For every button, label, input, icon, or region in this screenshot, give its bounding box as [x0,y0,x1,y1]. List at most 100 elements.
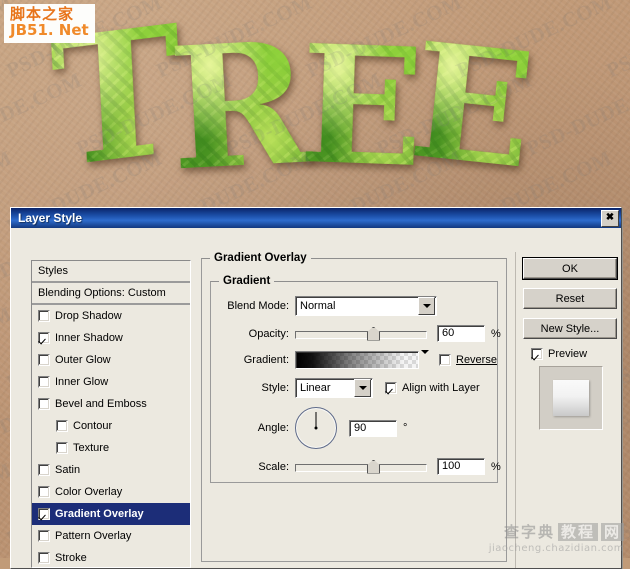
gradient-row: Gradient: Reverse [219,350,497,369]
effect-label: Color Overlay [55,486,123,498]
layer-style-dialog: Layer Style ✖ Styles Blending Options: C… [10,207,622,569]
dialog-button-column: OK Reset New Style... Preview [523,258,617,430]
effect-label: Texture [73,442,110,454]
blending-options-label: Blending Options: Custom [38,287,166,299]
align-with-layer-checkbox-box[interactable] [385,382,397,394]
style-chevron-down-icon[interactable] [354,379,371,397]
gradient-swatch[interactable] [295,351,419,369]
tree-text-artwork: T R E E [47,1,612,209]
scale-slider-track [295,463,427,472]
effect-checkbox[interactable] [38,332,50,344]
angle-dial-hub [314,426,318,430]
effect-checkbox[interactable] [38,464,50,476]
effect-checkbox[interactable] [56,442,68,454]
sidebar-item-satin[interactable]: Satin [32,459,190,481]
effect-label: Gradient Overlay [55,508,144,520]
new-style-button[interactable]: New Style... [523,318,617,339]
effect-checkbox[interactable] [38,508,50,520]
gradient-group-title: Gradient [219,275,275,287]
effect-checkbox[interactable] [38,376,50,388]
reverse-checkbox[interactable]: Reverse [439,354,497,366]
sidebar-item-blending-options[interactable]: Blending Options: Custom [32,283,190,305]
effect-label: Drop Shadow [55,310,122,322]
scale-slider-thumb[interactable] [367,459,380,474]
sidebar-item-stroke[interactable]: Stroke [32,547,190,569]
effect-checkbox[interactable] [38,398,50,410]
dialog-body: Styles Blending Options: Custom Drop Sha… [11,228,621,568]
align-with-layer-label: Align with Layer [402,382,480,394]
sidebar-item-bevel-and-emboss[interactable]: Bevel and Emboss [32,393,190,415]
style-row: Style: Linear Align with Layer [219,378,489,398]
opacity-slider[interactable] [295,326,427,341]
panel-divider [515,252,516,568]
preview-thumbnail-shape [553,380,589,416]
opacity-label: Opacity: [248,327,289,340]
blend-mode-label: Blend Mode: [227,300,289,312]
effect-checkbox[interactable] [38,552,50,564]
styles-header-label: Styles [38,265,68,277]
effect-label: Inner Glow [55,376,109,388]
effect-label: Pattern Overlay [55,530,132,542]
sidebar-item-inner-shadow[interactable]: Inner Shadow [32,327,190,349]
scale-slider[interactable] [295,459,427,474]
preview-checkbox[interactable]: Preview [531,348,615,360]
sidebar-item-drop-shadow[interactable]: Drop Shadow [32,305,190,327]
opacity-input[interactable]: 60 [437,325,485,342]
tree-letter-r: R [164,3,315,209]
reverse-label: Reverse [456,354,497,366]
opacity-row: Opacity: 60 % [219,325,501,342]
gradient-overlay-panel: Gradient Overlay Gradient Blend Mode: No… [201,250,507,562]
sidebar-item-outer-glow[interactable]: Outer Glow [32,349,190,371]
dialog-titlebar[interactable]: Layer Style ✖ [11,208,621,228]
angle-dial[interactable] [295,407,337,449]
gradient-overlay-group: Gradient Overlay Gradient Blend Mode: No… [201,252,507,562]
gradient-group: Gradient Blend Mode: Normal Opacity: 60 … [210,275,501,483]
gradient-picker-chevron-icon[interactable] [421,350,429,366]
preview-thumbnail [539,366,603,430]
angle-label: Angle: [257,422,289,434]
preview-checkbox-box[interactable] [531,348,543,360]
effect-checkbox[interactable] [38,354,50,366]
dialog-title: Layer Style [18,211,83,225]
opacity-slider-track [295,330,427,339]
effects-list: Drop Shadow Inner Shadow Outer Glow Inner G… [32,305,190,569]
gradient-overlay-title: Gradient Overlay [210,252,311,264]
sidebar-item-inner-glow[interactable]: Inner Glow [32,371,190,393]
reverse-checkbox-box[interactable] [439,354,451,366]
effect-label: Contour [73,420,113,432]
style-select[interactable]: Linear [295,378,373,398]
jb51-logo: 脚本之家 JB51. Net [4,4,95,43]
styles-list: Styles Blending Options: Custom Drop Sha… [31,260,191,568]
opacity-unit: % [491,327,501,340]
effect-label: Inner Shadow [55,332,123,344]
align-with-layer-checkbox[interactable]: Align with Layer [385,382,480,394]
blend-mode-row: Blend Mode: Normal [219,296,489,316]
effect-label: Bevel and Emboss [55,398,147,410]
jb51-logo-en: JB51. Net [10,20,89,39]
opacity-slider-thumb[interactable] [367,326,380,341]
angle-row: Angle: 90 ° [219,407,489,449]
blend-mode-select[interactable]: Normal [295,296,437,316]
preview-label: Preview [548,348,588,360]
reset-button[interactable]: Reset [523,288,617,309]
effect-checkbox[interactable] [38,486,50,498]
sidebar-item-contour[interactable]: Contour [32,415,190,437]
ok-button[interactable]: OK [523,258,617,279]
sidebar-item-texture[interactable]: Texture [32,437,190,459]
effect-checkbox[interactable] [56,420,68,432]
sidebar-item-color-overlay[interactable]: Color Overlay [32,481,190,503]
scale-unit: % [491,460,501,473]
sidebar-item-gradient-overlay[interactable]: Gradient Overlay [32,503,190,525]
effect-label: Outer Glow [55,354,111,366]
scale-row: Scale: 100 % [219,458,501,475]
close-icon[interactable]: ✖ [601,209,619,227]
scale-input[interactable]: 100 [437,458,485,475]
effect-label: Stroke [55,552,87,564]
chevron-down-icon[interactable] [418,297,435,315]
effect-checkbox[interactable] [38,310,50,322]
sidebar-item-pattern-overlay[interactable]: Pattern Overlay [32,525,190,547]
sidebar-item-styles[interactable]: Styles [32,261,190,283]
angle-input[interactable]: 90 [349,419,397,437]
effect-checkbox[interactable] [38,530,50,542]
scale-label: Scale: [258,460,289,473]
